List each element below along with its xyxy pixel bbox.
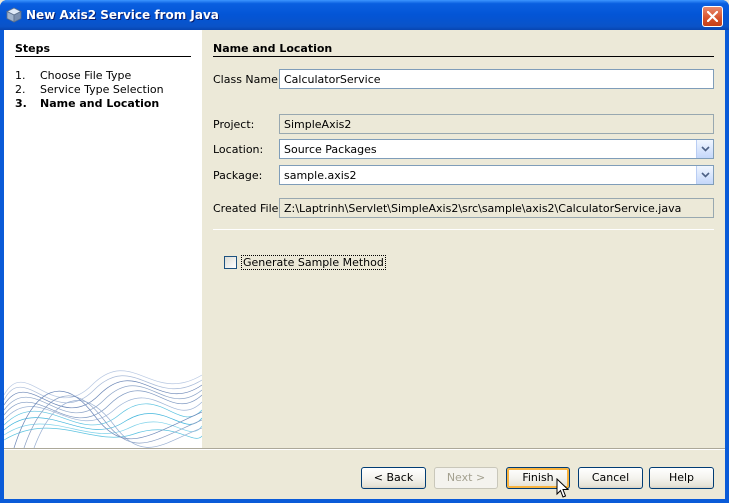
dropdown-arrow-button[interactable] — [696, 140, 713, 158]
section-title: Name and Location — [213, 42, 333, 55]
java-cube-icon — [6, 7, 22, 23]
chevron-down-icon — [701, 146, 710, 152]
divider — [213, 229, 714, 230]
steps-title: Steps — [15, 42, 51, 55]
cancel-button[interactable]: Cancel — [578, 467, 643, 489]
created-file-field: Z:\Laptrinh\Servlet\SimpleAxis2\src\samp… — [279, 198, 714, 218]
close-icon — [707, 11, 718, 22]
divider — [15, 56, 191, 57]
package-label: Package: — [213, 169, 263, 182]
step-label: Name and Location — [40, 97, 160, 110]
divider — [213, 56, 714, 57]
divider — [4, 448, 725, 450]
help-button[interactable]: Help — [649, 467, 714, 489]
title-bar[interactable]: New Axis2 Service from Java — [0, 0, 729, 30]
location-label: Location: — [213, 143, 264, 156]
mouse-pointer-icon — [556, 478, 570, 498]
window-title: New Axis2 Service from Java — [26, 8, 219, 22]
main-panel: Name and Location Class Name: Calculator… — [202, 30, 725, 448]
location-value: Source Packages — [284, 143, 377, 156]
dropdown-arrow-button[interactable] — [696, 166, 713, 184]
dialog-window: New Axis2 Service from Java Steps 1. Choo… — [0, 0, 729, 503]
step-label: Choose File Type — [40, 69, 132, 82]
project-label: Project: — [213, 118, 255, 131]
next-button[interactable]: Next > — [434, 467, 498, 489]
project-field: SimpleAxis2 — [279, 114, 714, 134]
package-dropdown[interactable]: sample.axis2 — [279, 165, 714, 185]
step-number: 1. — [15, 69, 26, 82]
location-dropdown[interactable]: Source Packages — [279, 139, 714, 159]
generate-sample-label[interactable]: Generate Sample Method — [241, 255, 386, 270]
step-label: Service Type Selection — [40, 83, 164, 96]
step-item: 1. Choose File Type — [15, 69, 131, 82]
step-number: 2. — [15, 83, 26, 96]
chevron-down-icon — [701, 172, 710, 178]
created-file-label: Created File: — [213, 202, 283, 215]
dialog-body: Steps 1. Choose File Type 2. Service Type … — [4, 30, 725, 499]
package-value: sample.axis2 — [284, 169, 357, 182]
class-name-label: Class Name: — [213, 73, 282, 86]
back-button[interactable]: < Back — [361, 467, 426, 489]
class-name-input[interactable]: CalculatorService — [279, 69, 714, 89]
steps-panel: Steps 1. Choose File Type 2. Service Type … — [4, 30, 202, 448]
close-button[interactable] — [702, 6, 723, 27]
generate-sample-checkbox[interactable] — [224, 256, 237, 269]
step-item-current: 3. Name and Location — [15, 97, 159, 110]
step-number: 3. — [15, 97, 27, 110]
decorative-waves-image — [4, 370, 202, 448]
step-item: 2. Service Type Selection — [15, 83, 164, 96]
